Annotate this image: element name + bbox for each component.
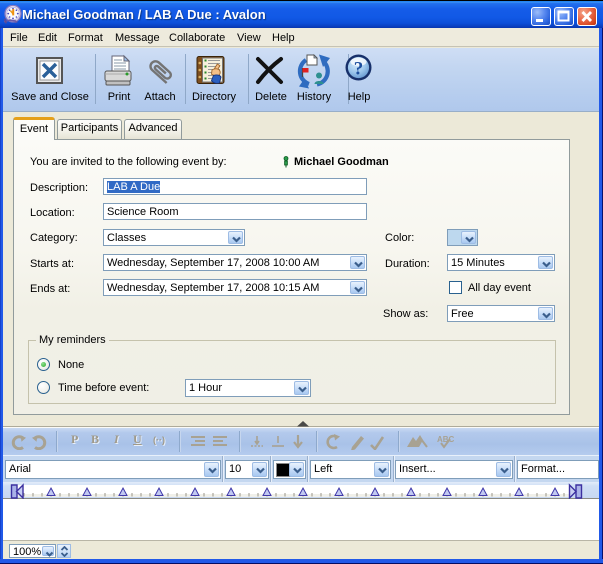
svg-text:ABC: ABC (437, 435, 455, 444)
svg-text:?: ? (354, 59, 364, 80)
